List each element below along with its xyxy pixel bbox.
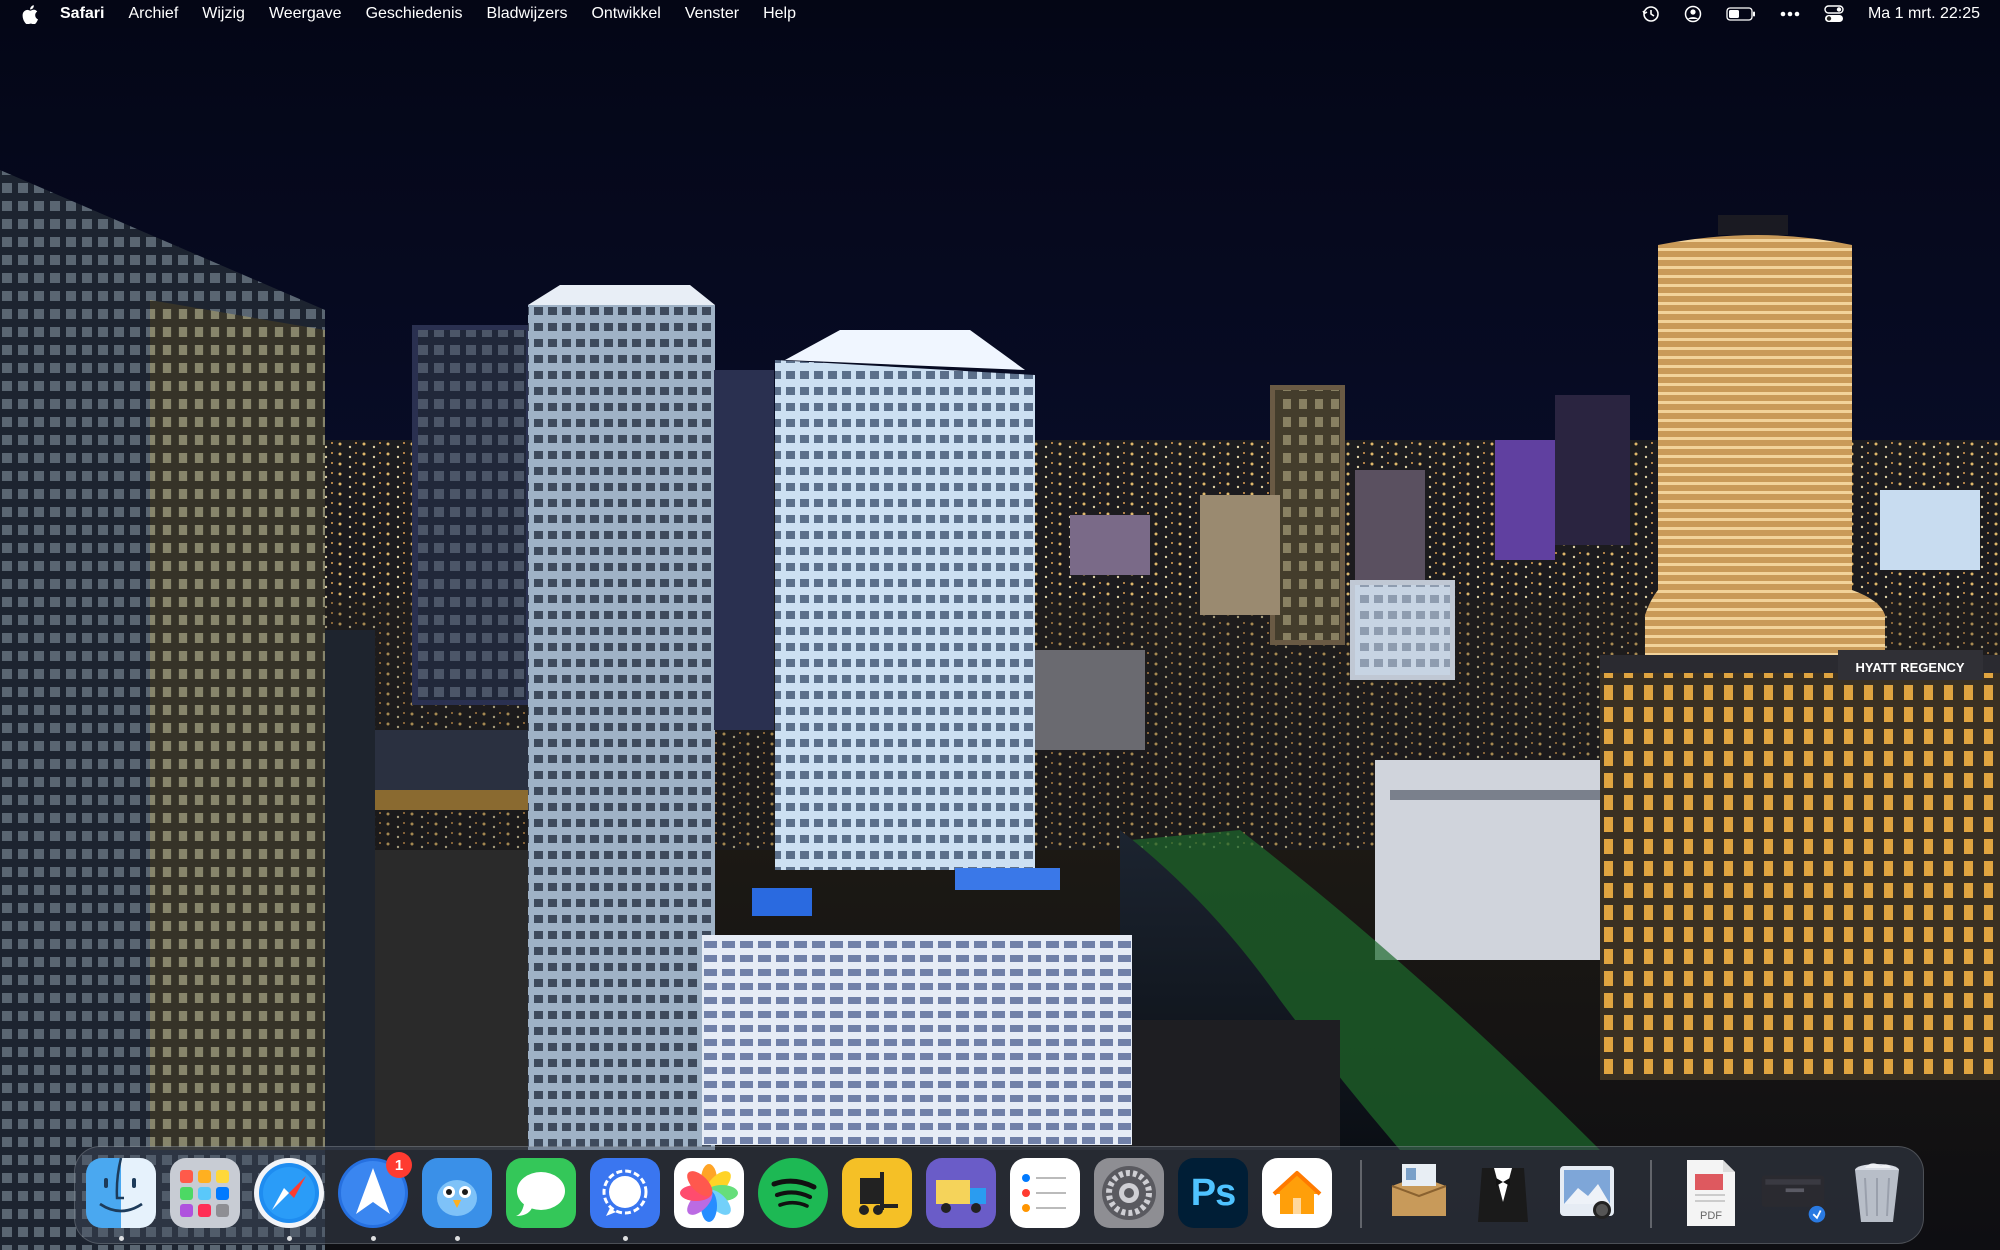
battery-icon[interactable] xyxy=(1726,7,1756,21)
spotify-icon xyxy=(771,1178,817,1208)
tweetbot-icon xyxy=(437,1180,477,1216)
reminders-icon xyxy=(1022,1174,1066,1212)
launchpad-icon xyxy=(180,1170,229,1217)
spark-badge: 1 xyxy=(386,1152,412,1178)
photos-icon xyxy=(680,1164,738,1222)
dock-pdf-document[interactable]: PDF xyxy=(1676,1158,1746,1228)
dock-reminders[interactable] xyxy=(1010,1158,1080,1228)
dock-photoshop[interactable]: Ps xyxy=(1178,1158,1248,1228)
menu-venster[interactable]: Venster xyxy=(685,5,739,23)
unarchiver-box-icon xyxy=(1391,1164,1447,1216)
dock-messages[interactable] xyxy=(506,1158,576,1228)
home-icon xyxy=(1272,1171,1322,1214)
dock-bartender[interactable] xyxy=(1468,1158,1538,1228)
dock-safari[interactable] xyxy=(254,1158,324,1228)
dock-unarchiver[interactable] xyxy=(1384,1158,1454,1228)
menu-bladwijzers[interactable]: Bladwijzers xyxy=(487,5,568,23)
trash-icon xyxy=(1855,1163,1899,1222)
dock-trash[interactable] xyxy=(1842,1158,1912,1228)
dock-launchpad[interactable] xyxy=(170,1158,240,1228)
time-machine-icon[interactable] xyxy=(1642,5,1660,23)
menu-weergave[interactable]: Weergave xyxy=(269,5,342,23)
dock-spotify[interactable] xyxy=(758,1158,828,1228)
preview-icon xyxy=(1560,1166,1614,1219)
finder-icon xyxy=(99,1158,143,1213)
bartender-tuxedo-icon xyxy=(1478,1168,1528,1222)
apple-menu-icon[interactable] xyxy=(22,4,40,24)
dock-transmit[interactable] xyxy=(926,1158,996,1228)
more-dots-icon[interactable] xyxy=(1780,11,1800,17)
dock-tweetbot[interactable] xyxy=(422,1158,492,1228)
menu-ontwikkel[interactable]: Ontwikkel xyxy=(591,5,660,23)
dock-downloads-stack[interactable] xyxy=(1758,1158,1828,1228)
desktop-wallpaper: HYATT REGENCY xyxy=(0,0,2000,1250)
finder-running-indicator xyxy=(119,1236,124,1241)
menu-archief[interactable]: Archief xyxy=(128,5,178,23)
user-icon[interactable] xyxy=(1684,5,1702,23)
dock-signal[interactable] xyxy=(590,1158,660,1228)
menu-geschiedenis[interactable]: Geschiedenis xyxy=(366,5,463,23)
downloads-stack-icon xyxy=(1761,1175,1826,1223)
photoshop-icon: Ps xyxy=(1190,1171,1236,1214)
signal-icon xyxy=(602,1169,648,1216)
dock-forklift[interactable] xyxy=(842,1158,912,1228)
dock-preview[interactable] xyxy=(1552,1158,1622,1228)
tweetbot-running-indicator xyxy=(455,1236,460,1241)
system-preferences-icon xyxy=(1102,1166,1156,1220)
dock-separator xyxy=(1360,1160,1362,1228)
transmit-truck-icon xyxy=(936,1180,986,1213)
pdf-label: PDF xyxy=(1700,1210,1722,1222)
menu-wijzig[interactable]: Wijzig xyxy=(202,5,245,23)
dock-home[interactable] xyxy=(1262,1158,1332,1228)
app-menu-safari[interactable]: Safari xyxy=(60,5,104,23)
signal-running-indicator xyxy=(623,1236,628,1241)
control-center-icon[interactable] xyxy=(1824,5,1844,23)
spark-running-indicator xyxy=(371,1236,376,1241)
dock-system-preferences[interactable] xyxy=(1094,1158,1164,1228)
safari-running-indicator xyxy=(287,1236,292,1241)
dock-finder[interactable] xyxy=(86,1158,156,1228)
forklift-icon xyxy=(859,1172,898,1215)
menu-bar: Safari Archief Wijzig Weergave Geschiede… xyxy=(0,0,2000,28)
messages-icon xyxy=(516,1172,565,1216)
menu-help[interactable]: Help xyxy=(763,5,796,23)
hyatt-sign: HYATT REGENCY xyxy=(1855,660,1964,675)
menubar-clock[interactable]: Ma 1 mrt. 22:25 xyxy=(1868,5,1980,23)
safari-icon xyxy=(259,1163,319,1223)
dock-separator xyxy=(1650,1160,1652,1228)
dock-photos[interactable] xyxy=(674,1158,744,1228)
